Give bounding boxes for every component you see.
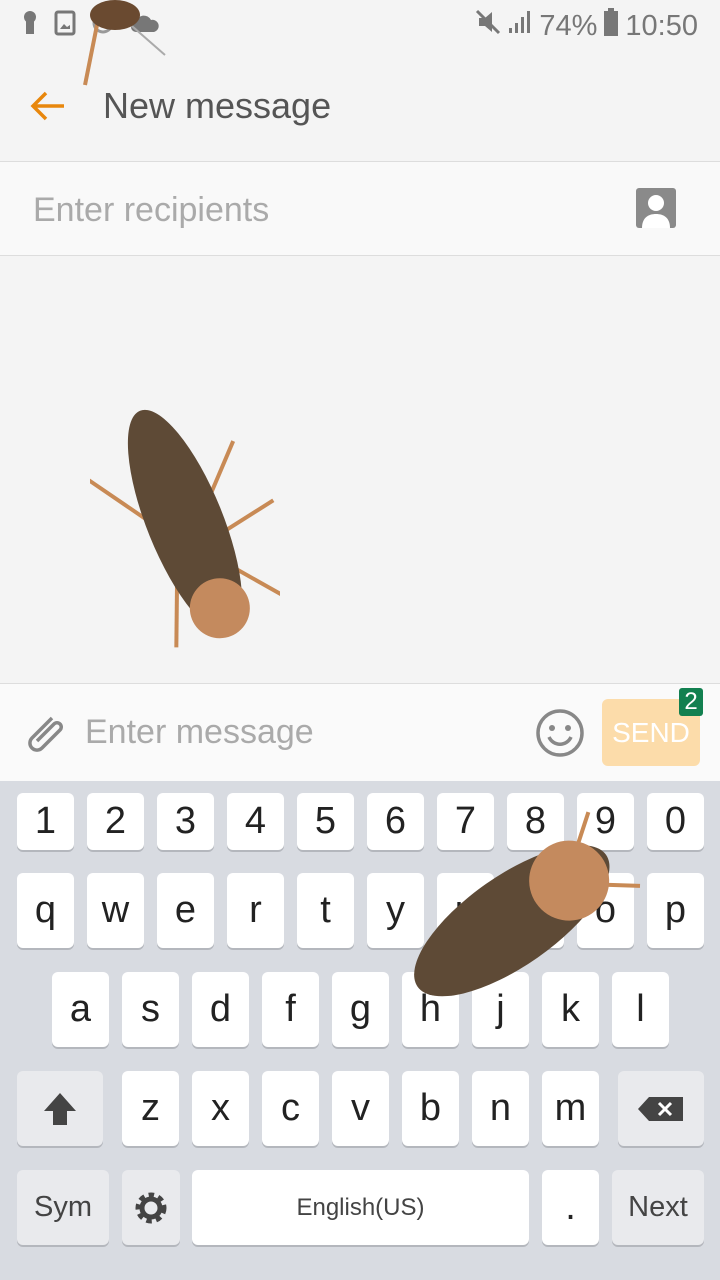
key-t[interactable]: t: [297, 873, 354, 948]
key-e[interactable]: e: [157, 873, 214, 948]
key-l[interactable]: l: [612, 972, 669, 1047]
attach-icon[interactable]: [22, 710, 66, 761]
key-y[interactable]: y: [367, 873, 424, 948]
key-0[interactable]: 0: [647, 793, 704, 850]
recipients-field[interactable]: Enter recipients: [0, 161, 720, 256]
gallery-icon: [54, 10, 76, 41]
key-i[interactable]: i: [507, 873, 564, 948]
key-7[interactable]: 7: [437, 793, 494, 850]
key-3[interactable]: 3: [157, 793, 214, 850]
status-bar: 74% 10:50: [0, 0, 720, 52]
message-composer: Enter message SEND 2: [0, 683, 720, 781]
keyhole-icon: [20, 10, 40, 41]
cockroach-image: [90, 409, 280, 648]
keyboard: Sym English(US) . Next 1234567890 qwertyu…: [0, 781, 720, 1280]
backspace-icon: [638, 1096, 683, 1121]
key-c[interactable]: c: [262, 1071, 319, 1146]
key-4[interactable]: 4: [227, 793, 284, 850]
backspace-key[interactable]: [618, 1071, 704, 1146]
key-z[interactable]: z: [122, 1071, 179, 1146]
page-title: New message: [103, 85, 332, 126]
settings-key[interactable]: [122, 1170, 180, 1245]
key-2[interactable]: 2: [87, 793, 144, 850]
emoji-icon[interactable]: [535, 708, 585, 763]
gear-icon: [135, 1192, 167, 1223]
key-a[interactable]: a: [52, 972, 109, 1047]
signal-icon: [507, 9, 533, 43]
contact-picker-icon[interactable]: [636, 188, 676, 228]
recipients-input[interactable]: Enter recipients: [33, 191, 269, 230]
key-m[interactable]: m: [542, 1071, 599, 1146]
battery-text: 74%: [539, 9, 598, 42]
sync-icon: [90, 10, 116, 41]
key-h[interactable]: h: [402, 972, 459, 1047]
key-p[interactable]: p: [647, 873, 704, 948]
next-key[interactable]: Next: [612, 1170, 704, 1245]
key-k[interactable]: k: [542, 972, 599, 1047]
key-g[interactable]: g: [332, 972, 389, 1047]
shift-icon: [44, 1092, 76, 1125]
key-1[interactable]: 1: [17, 793, 74, 850]
key-s[interactable]: s: [122, 972, 179, 1047]
key-q[interactable]: q: [17, 873, 74, 948]
key-5[interactable]: 5: [297, 793, 354, 850]
app-bar: New message: [0, 52, 720, 160]
key-9[interactable]: 9: [577, 793, 634, 850]
message-input[interactable]: Enter message: [85, 713, 314, 752]
battery-icon: [603, 8, 619, 44]
key-x[interactable]: x: [192, 1071, 249, 1146]
key-v[interactable]: v: [332, 1071, 389, 1146]
key-n[interactable]: n: [472, 1071, 529, 1146]
sim-badge: 2: [679, 688, 703, 716]
key-o[interactable]: o: [577, 873, 634, 948]
key-w[interactable]: w: [87, 873, 144, 948]
key-8[interactable]: 8: [507, 793, 564, 850]
key-r[interactable]: r: [227, 873, 284, 948]
space-key[interactable]: English(US): [192, 1170, 529, 1245]
arrow-left-icon: [30, 91, 64, 121]
key-j[interactable]: j: [472, 972, 529, 1047]
back-button[interactable]: [28, 86, 68, 126]
period-key[interactable]: .: [542, 1170, 599, 1245]
sym-key[interactable]: Sym: [17, 1170, 109, 1245]
cloud-icon: [130, 12, 160, 39]
key-f[interactable]: f: [262, 972, 319, 1047]
key-d[interactable]: d: [192, 972, 249, 1047]
shift-key[interactable]: [17, 1071, 103, 1146]
key-b[interactable]: b: [402, 1071, 459, 1146]
clock: 10:50: [625, 9, 698, 42]
key-u[interactable]: u: [437, 873, 494, 948]
mute-icon: [475, 9, 501, 43]
key-6[interactable]: 6: [367, 793, 424, 850]
